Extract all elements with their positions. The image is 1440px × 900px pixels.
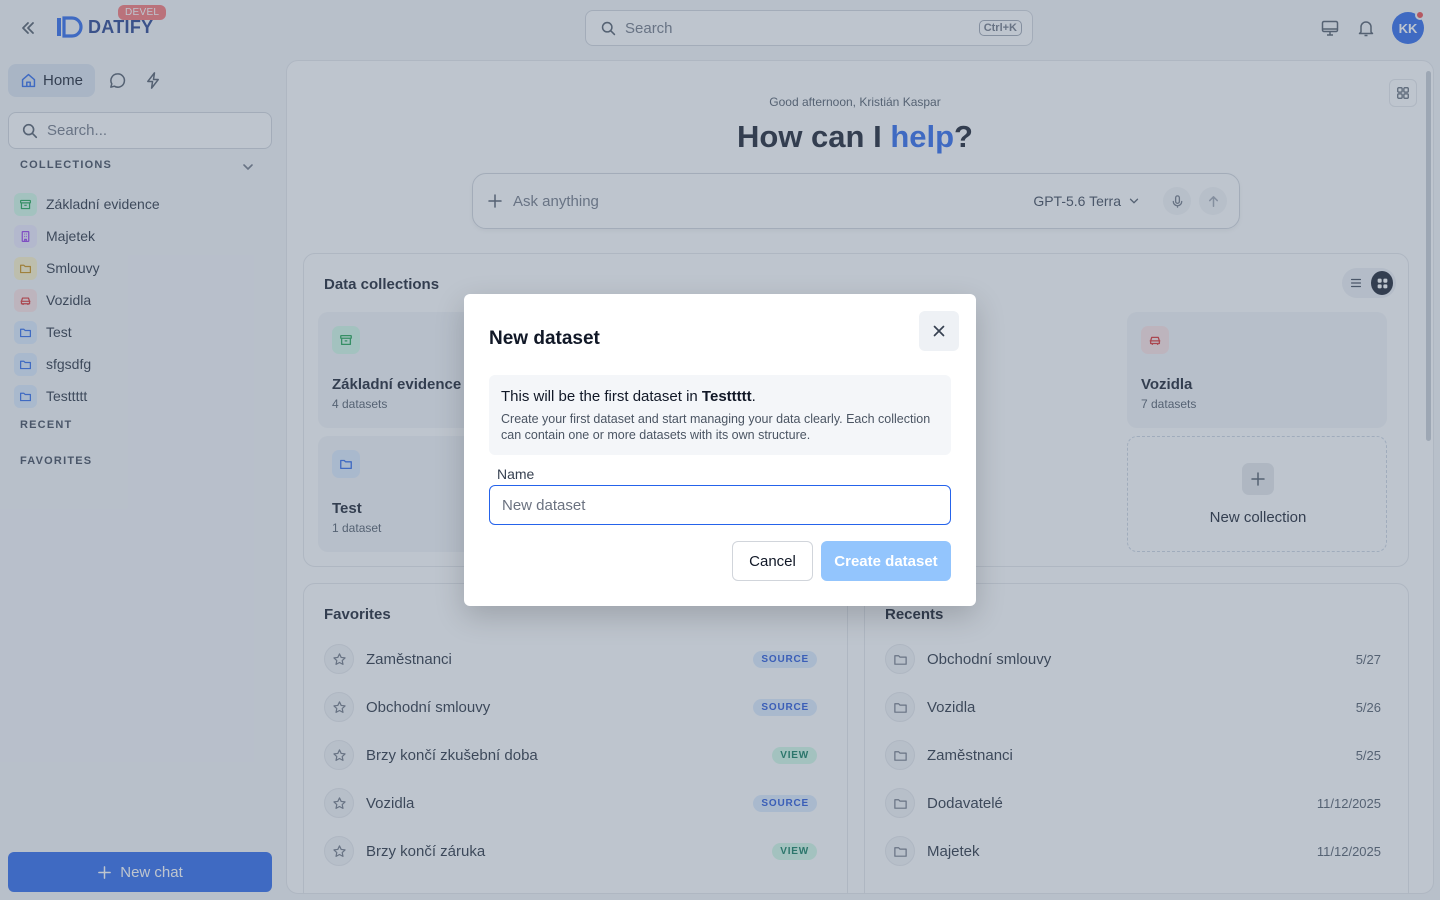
name-label: Name xyxy=(497,466,535,482)
new-dataset-dialog: New dataset This will be the first datas… xyxy=(464,294,976,606)
dialog-title: New dataset xyxy=(489,328,600,349)
info-suffix: . xyxy=(751,388,756,405)
cancel-button[interactable]: Cancel xyxy=(732,541,813,581)
info-description: Create your first dataset and start mana… xyxy=(501,412,931,442)
info-collection-name: Testtttt xyxy=(701,388,752,405)
close-icon xyxy=(931,323,947,339)
dataset-name-input[interactable] xyxy=(489,485,951,525)
create-dataset-button[interactable]: Create dataset xyxy=(821,541,951,581)
info-prefix: This will be the first dataset in xyxy=(501,388,702,405)
info-box: This will be the first dataset in Testtt… xyxy=(489,375,951,455)
info-headline: This will be the first dataset in Testtt… xyxy=(501,388,939,405)
close-button[interactable] xyxy=(919,311,959,351)
